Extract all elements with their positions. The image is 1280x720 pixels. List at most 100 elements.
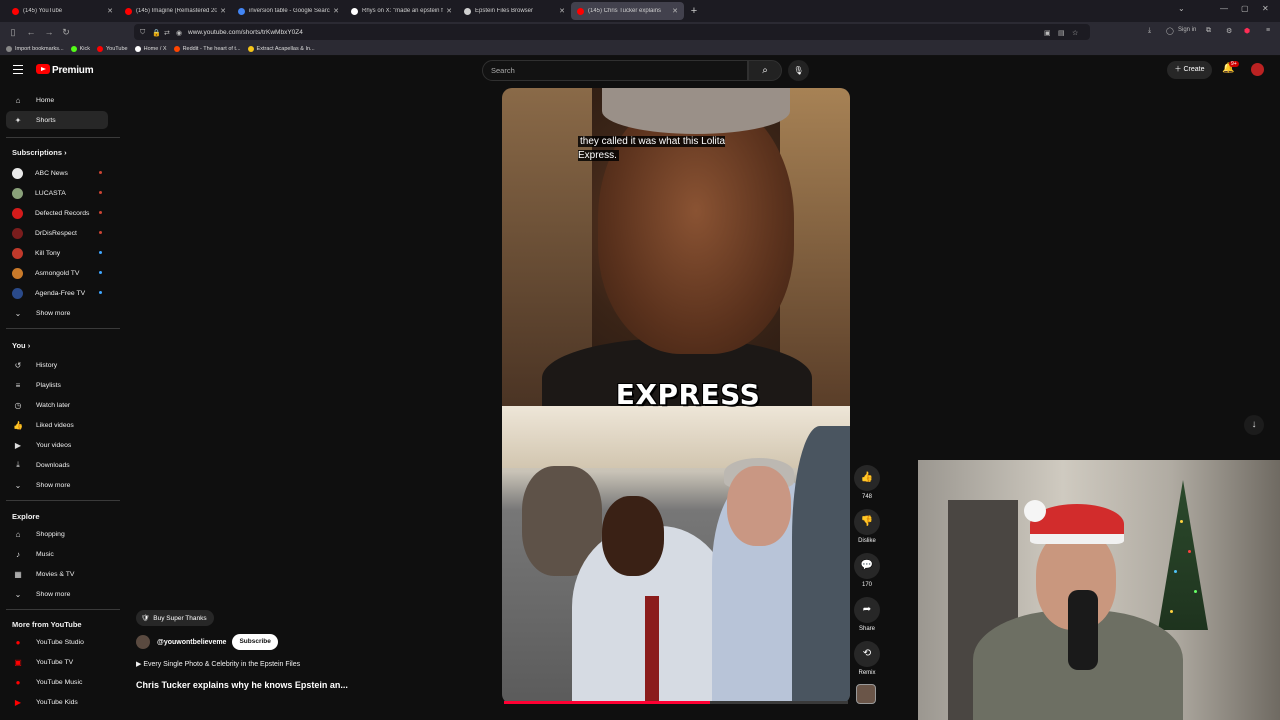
shorts-video-player[interactable]: they called it was what this Lolita Expr… [502,88,850,704]
search-input[interactable]: Search [482,60,748,81]
sidebar-item-youtube-music[interactable]: ● YouTube Music [6,673,108,691]
reader-view-icon[interactable]: ▤ [1058,29,1065,37]
bookmark-item[interactable]: Import bookmarks... [6,45,64,52]
subscriptions-heading[interactable]: Subscriptions › [12,148,67,157]
ublock-icon[interactable]: ⬢ [1244,27,1250,35]
bookmark-item[interactable]: Extract Acapellas & In... [247,45,315,52]
sign-in-link[interactable]: Sign in [1178,27,1196,33]
video-progress-bar[interactable] [504,701,848,704]
sidebar-item-your-videos[interactable]: ▶ Your videos [6,436,108,454]
subscription-item[interactable]: LUCASTA [6,184,108,202]
show-more-you[interactable]: ⌄ Show more [6,476,108,494]
browser-tab[interactable]: (145) Imagine (Remastered 2010)✕ [119,0,232,22]
close-tab-icon[interactable]: ✕ [672,7,678,15]
address-bar[interactable]: ⛉ 🔒 ⇄ ◉ www.youtube.com/shorts/trKwMbxY0… [134,24,1090,40]
sidebar-item-youtube-tv[interactable]: ▣ YouTube TV [6,653,108,671]
channel-avatar[interactable] [136,635,150,649]
browser-tab[interactable]: Rhys on X: "made an epstein file ✕ [345,0,458,22]
tab-label: inversion table - Google Search [249,8,331,14]
settings-icon[interactable]: ⚙ [1226,27,1232,35]
permissions-icon[interactable]: ⇄ [164,29,170,37]
youtube-logo-icon[interactable] [36,64,50,74]
sidebar-item-downloads[interactable]: ⤓ Downloads [6,456,108,474]
extensions-icon[interactable]: ⧉ [1206,27,1211,35]
sidebar-item-movies-tv[interactable]: ▦ Movies & TV [6,565,108,583]
back-icon[interactable]: ← [22,27,40,37]
sound-source-thumbnail[interactable] [856,684,876,704]
bookmark-star-icon[interactable]: ☆ [1072,29,1078,37]
reload-icon[interactable]: ↻ [57,27,75,38]
minimize-icon[interactable]: — [1220,4,1228,13]
bookmark-item[interactable]: Reddit - The heart of t... [173,45,241,52]
you-heading[interactable]: You › [12,341,30,350]
channel-avatar [12,267,23,279]
sidebar-item-label: YouTube TV [36,658,74,666]
sidebar-item-playlists[interactable]: ≡ Playlists [6,376,108,394]
sidebar-divider [6,500,120,501]
subscription-item[interactable]: Kill Tony [6,244,108,262]
shield-icon[interactable]: ⛉ [140,29,145,37]
remix-button[interactable]: ⟲ Remix [854,641,880,676]
sidebar-item-music[interactable]: ♪ Music [6,545,108,563]
playlist-link[interactable]: ▶ Every Single Photo & Celebrity in the … [136,660,300,668]
share-button[interactable]: ➦ Share [854,597,880,632]
subscription-item[interactable]: DrDisRespect [6,224,108,242]
bookmark-favicon [70,45,77,52]
lock-icon[interactable]: 🔒 [152,29,161,37]
subscription-item[interactable]: Asmongold TV [6,264,108,282]
sidebar-item-label: Movies & TV [36,570,75,578]
browser-tab[interactable]: inversion table - Google Search ✕ [232,0,345,22]
browser-tab-active[interactable]: (145) Chris Tucker explains ✕ [571,2,684,20]
close-window-icon[interactable]: ✕ [1262,4,1269,13]
tab-list-icon[interactable]: ⌄ [1178,4,1185,13]
account-avatar[interactable] [1251,63,1264,76]
close-tab-icon[interactable]: ✕ [446,7,452,15]
bookmark-item[interactable]: Home / X [134,45,167,52]
sidebar-item-liked-videos[interactable]: 👍 Liked videos [6,416,108,434]
browser-tab[interactable]: (145) YouTube ✕ [6,0,119,22]
comments-button[interactable]: 💬 170 [854,553,880,588]
sidebar-item-youtube-kids[interactable]: ▶ YouTube Kids [6,693,108,711]
close-tab-icon[interactable]: ✕ [107,7,113,15]
close-tab-icon[interactable]: ✕ [220,7,226,15]
show-more-explore[interactable]: ⌄ Show more [6,585,108,603]
subscription-item[interactable]: ABC News [6,164,108,182]
bookmark-item[interactable]: YouTube [97,45,128,52]
search-button[interactable]: ⌕ [748,60,782,81]
channel-handle[interactable]: @youwontbelieveme [157,639,226,646]
next-short-button[interactable]: ↓ [1244,415,1264,435]
sidebar-item-youtube-studio[interactable]: ● YouTube Studio [6,633,108,651]
new-tab-button[interactable]: + [684,5,704,17]
account-icon[interactable]: ◯ [1166,27,1174,35]
like-button[interactable]: 👍 748 [854,465,880,500]
sidebar-item-watch-later[interactable]: ◷ Watch later [6,396,108,414]
sidebar-toggle-icon[interactable]: ▯ [4,27,22,38]
new-content-dot [99,251,102,254]
url-text[interactable]: www.youtube.com/shorts/trKwMbxY0Z4 [188,29,303,36]
menu-icon[interactable]: ≡ [1266,27,1270,34]
screenshot-icon[interactable]: ▣ [1044,29,1051,37]
close-tab-icon[interactable]: ✕ [333,7,339,15]
super-thanks-button[interactable]: 🛡 Buy Super Thanks [136,610,214,626]
sidebar-item-shorts[interactable]: ✦ Shorts [6,111,108,129]
browser-tab[interactable]: Epstein Files Browser ✕ [458,0,571,22]
subscription-item[interactable]: Defected Records [6,204,108,222]
sidebar-item-shopping[interactable]: ⌂ Shopping [6,525,108,543]
youtube-brand[interactable]: Premium [52,65,94,76]
sidebar-item-history[interactable]: ↺ History [6,356,108,374]
show-more-subscriptions[interactable]: ⌄ Show more [6,304,108,322]
dislike-button[interactable]: 👎 Dislike [854,509,880,544]
forward-icon[interactable]: → [40,27,58,37]
voice-search-button[interactable]: 🎙 [788,60,809,81]
sidebar-item-home[interactable]: ⌂ Home [6,91,108,109]
bookmark-item[interactable]: Kick [70,45,90,52]
downloads-toolbar-icon[interactable]: ⤓ [1148,27,1151,35]
restore-icon[interactable]: ▢ [1241,4,1249,13]
video-title[interactable]: Chris Tucker explains why he knows Epste… [136,680,348,690]
subscribe-button[interactable]: Subscribe [232,634,278,650]
close-tab-icon[interactable]: ✕ [559,7,565,15]
hamburger-menu-icon[interactable] [13,65,23,74]
camera-icon[interactable]: ◉ [176,29,182,37]
subscription-item[interactable]: Agenda-Free TV [6,284,108,302]
create-button[interactable]: ＋ Create [1167,61,1212,79]
